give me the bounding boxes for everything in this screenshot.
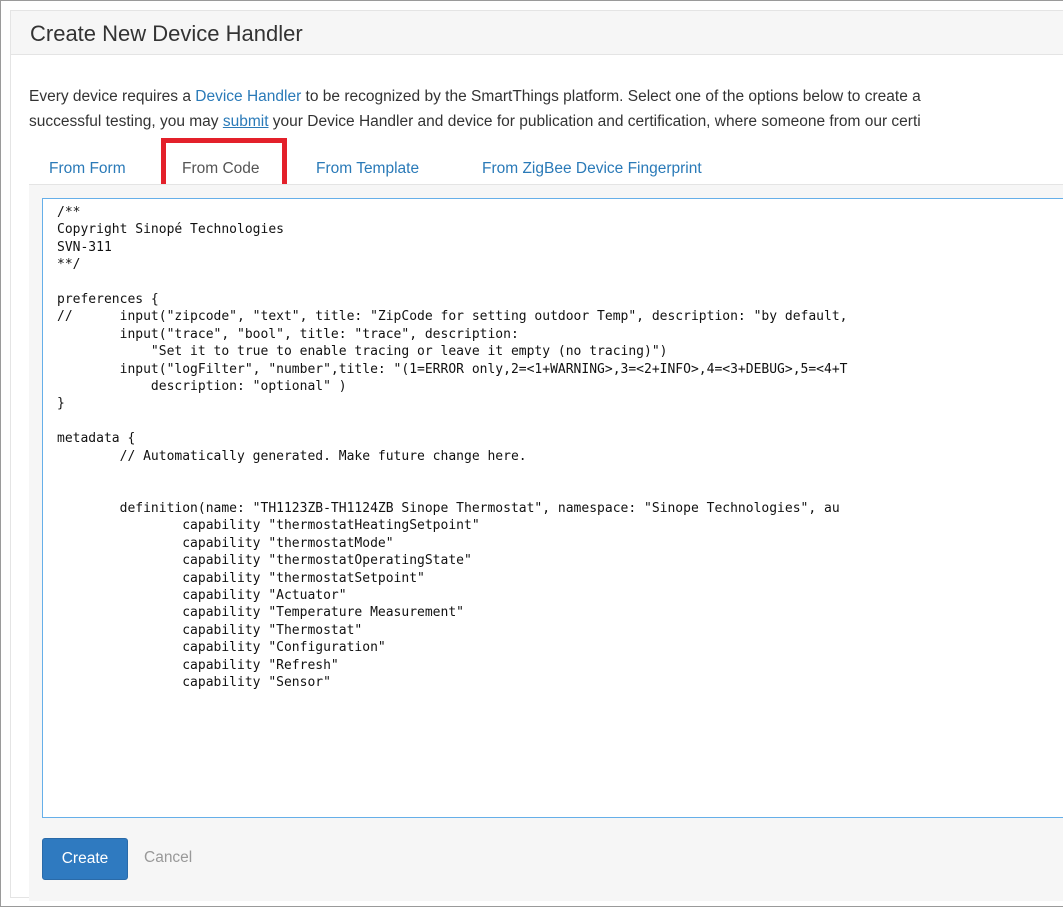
create-device-handler-panel: Create New Device Handler Every device r… <box>10 10 1063 901</box>
intro-line-1-prefix: Every device requires a <box>29 88 196 105</box>
tab-from-template[interactable]: From Template <box>316 151 419 187</box>
intro-line-2-prefix: successful testing, you may <box>29 113 223 130</box>
tab-from-zigbee-device-fingerprint[interactable]: From ZigBee Device Fingerprint <box>482 151 702 187</box>
page-title: Create New Device Handler <box>30 21 303 46</box>
device-handler-link[interactable]: Device Handler <box>195 88 301 105</box>
cancel-button[interactable]: Cancel <box>144 838 192 880</box>
intro-line-1-suffix: to be recognized by the SmartThings plat… <box>301 88 921 105</box>
submit-link[interactable]: submit <box>223 113 269 130</box>
code-editor[interactable]: /** Copyright Sinopé Technologies SVN-31… <box>42 198 1063 818</box>
create-button[interactable]: Create <box>42 838 128 880</box>
tab-from-form[interactable]: From Form <box>49 151 126 187</box>
intro-text: Every device requires a Device Handler t… <box>29 84 921 134</box>
tab-from-code[interactable]: From Code <box>182 151 260 187</box>
tab-content: /** Copyright Sinopé Technologies SVN-31… <box>29 184 1063 901</box>
intro-line-2-suffix: your Device Handler and device for publi… <box>268 113 921 130</box>
window-frame: Create New Device Handler Every device r… <box>0 0 1063 907</box>
panel-heading: Create New Device Handler <box>11 11 1063 55</box>
intro-line-1: Every device requires a Device Handler t… <box>29 84 921 109</box>
intro-line-2: successful testing, you may submit your … <box>29 109 921 134</box>
